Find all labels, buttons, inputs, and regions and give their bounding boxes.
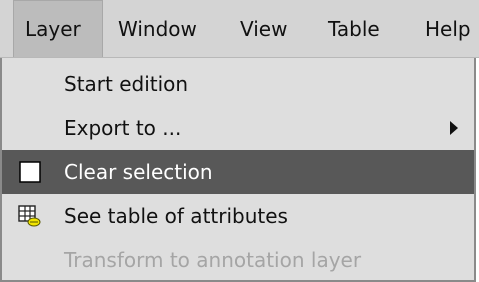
attribute-table-icon bbox=[18, 205, 41, 227]
menu-view-label: View bbox=[240, 16, 288, 41]
menu-item-label: Clear selection bbox=[64, 160, 213, 184]
menu-layer-label: Layer bbox=[25, 17, 81, 41]
menu-item-export-to[interactable]: Export to ... bbox=[2, 106, 474, 150]
menu-layer[interactable]: Layer bbox=[13, 0, 103, 57]
menu-item-label: Transform to annotation layer bbox=[64, 248, 362, 272]
menu-bar: Layer Window View Table Help bbox=[0, 0, 479, 58]
menu-table[interactable]: Table bbox=[326, 0, 406, 57]
submenu-arrow-icon bbox=[450, 121, 458, 135]
menu-item-label: Start edition bbox=[64, 72, 189, 96]
menu-item-label: See table of attributes bbox=[64, 204, 288, 228]
blank-selection-icon bbox=[19, 161, 41, 183]
menu-window[interactable]: Window bbox=[116, 0, 216, 57]
menu-item-start-edition[interactable]: Start edition bbox=[2, 62, 474, 106]
menu-view[interactable]: View bbox=[238, 0, 308, 57]
menu-table-label: Table bbox=[328, 16, 380, 41]
menu-help[interactable]: Help bbox=[423, 0, 479, 57]
layer-dropdown-menu: Start edition Export to ... Clear select… bbox=[0, 58, 476, 282]
menu-help-label: Help bbox=[425, 16, 471, 41]
menu-window-label: Window bbox=[118, 16, 197, 41]
menu-item-label: Export to ... bbox=[64, 116, 182, 140]
menu-item-transform-to-annotation-layer: Transform to annotation layer bbox=[2, 238, 474, 282]
menu-item-see-table-of-attributes[interactable]: See table of attributes bbox=[2, 194, 474, 238]
menu-item-clear-selection[interactable]: Clear selection bbox=[2, 150, 474, 194]
